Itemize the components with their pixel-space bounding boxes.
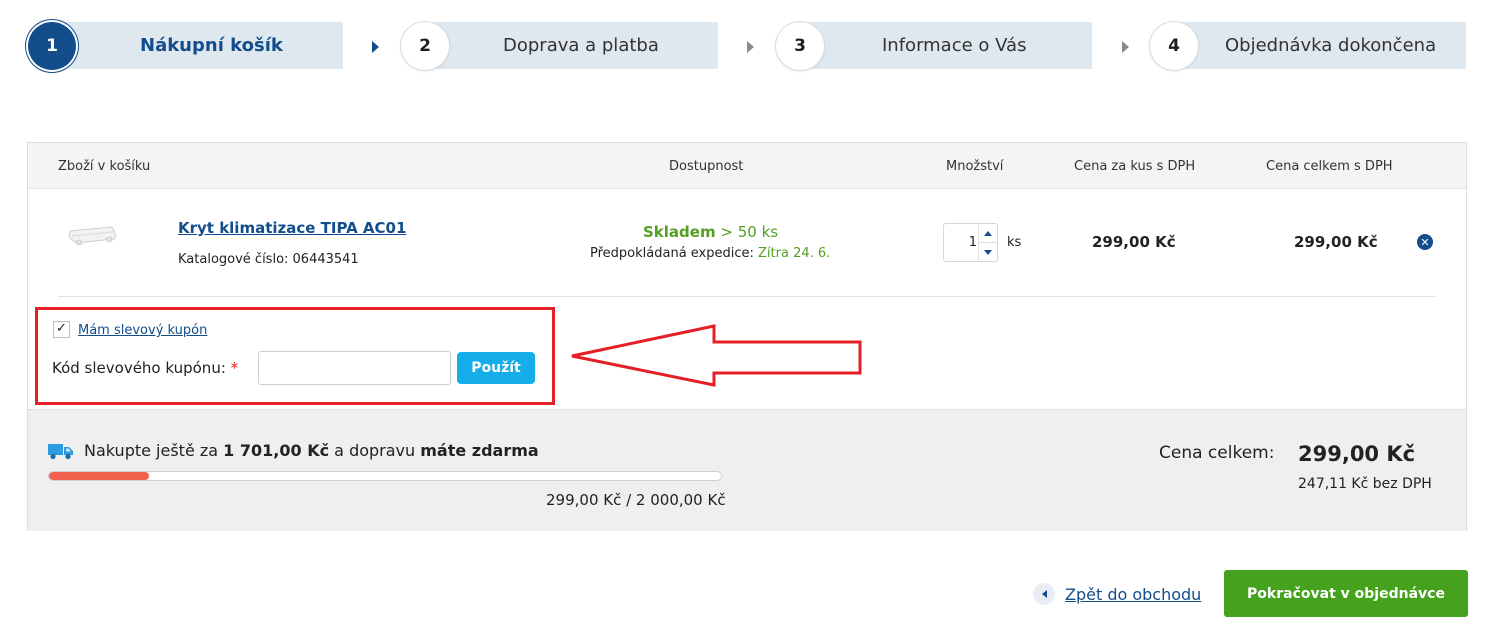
coupon-code-label-text: Kód slevového kupónu: — [52, 359, 226, 377]
header-total-price: Cena celkem s DPH — [1266, 159, 1393, 174]
stock-count: > 50 ks — [720, 223, 779, 241]
coupon-code-label: Kód slevového kupónu: * — [52, 359, 238, 377]
free-shipping-progress-bar — [48, 471, 722, 481]
total-label: Cena celkem: — [1159, 443, 1275, 463]
product-thumbnail[interactable] — [66, 223, 120, 247]
coupon-toggle-link[interactable]: Mám slevový kupón — [78, 323, 207, 338]
header-unit-price: Cena za kus s DPH — [1074, 159, 1196, 174]
header-item: Zboží v košíku — [58, 159, 151, 174]
shipping-prefix: Nakupte ještě za — [84, 441, 219, 460]
total-price: 299,00 Kč — [1294, 233, 1378, 251]
stock-status-label: Skladem — [643, 223, 716, 241]
remove-item-button[interactable]: ✕ — [1417, 234, 1433, 250]
coupon-checkbox[interactable]: ✓ — [53, 321, 70, 338]
cart-summary: Nakupte ještě za 1 701,00 Kč a dopravu m… — [28, 409, 1466, 531]
quantity-buttons — [978, 224, 997, 261]
quantity-decrease-button[interactable] — [979, 243, 997, 261]
quantity-input[interactable]: 1 — [944, 224, 977, 261]
chevron-right-icon — [1122, 41, 1129, 53]
expedition-info: Předpokládaná expedice: Zítra 24. 6. — [590, 246, 830, 261]
step-1-label[interactable]: Nákupní košík — [140, 22, 283, 69]
back-to-shop-label[interactable]: Zpět do obchodu — [1065, 585, 1201, 604]
free-shipping-message: Nakupte ještě za 1 701,00 Kč a dopravu m… — [84, 441, 539, 460]
stock-status: Skladem > 50 ks — [643, 223, 778, 241]
progress-amount-text: 299,00 Kč / 2 000,00 Kč — [546, 491, 726, 509]
total-value: 299,00 Kč — [1298, 442, 1416, 466]
step-4-number: 4 — [1150, 22, 1198, 70]
row-divider — [58, 296, 1436, 297]
product-name-link[interactable]: Kryt klimatizace TIPA AC01 — [178, 219, 406, 237]
header-quantity: Množství — [946, 159, 1004, 174]
header-availability: Dostupnost — [669, 159, 744, 174]
caret-down-icon — [984, 249, 992, 255]
chevron-right-icon — [372, 41, 379, 53]
shipping-middle: a dopravu — [334, 441, 416, 460]
step-3-label[interactable]: Informace o Vás — [882, 22, 1026, 69]
back-to-shop-link[interactable]: Zpět do obchodu — [1033, 582, 1201, 606]
catalog-number: Katalogové číslo: 06443541 — [178, 252, 359, 267]
required-mark: * — [230, 359, 239, 377]
expedition-date: Zítra 24. 6. — [758, 246, 831, 261]
step-2-number: 2 — [401, 22, 449, 70]
chevron-right-icon — [747, 41, 754, 53]
unit-price: 299,00 Kč — [1092, 233, 1176, 251]
continue-order-button[interactable]: Pokračovat v objednávce — [1224, 570, 1468, 617]
coupon-code-input[interactable] — [258, 351, 451, 385]
step-2-label[interactable]: Doprava a platba — [503, 22, 659, 69]
back-arrow-icon — [1033, 583, 1055, 605]
cart-table-header: Zboží v košíku Dostupnost Množství Cena … — [28, 143, 1466, 189]
truck-icon — [48, 444, 73, 460]
quantity-stepper[interactable]: 1 — [943, 223, 998, 262]
annotation-arrow-icon — [571, 324, 862, 387]
step-1-number: 1 — [28, 22, 76, 70]
shipping-free-text: máte zdarma — [420, 441, 539, 460]
expedition-label: Předpokládaná expedice: — [590, 246, 754, 261]
quantity-increase-button[interactable] — [979, 224, 997, 243]
shipping-remaining-amount: 1 701,00 Kč — [223, 441, 330, 460]
step-4-label: Objednávka dokončena — [1225, 35, 1437, 56]
caret-up-icon — [984, 230, 992, 236]
close-icon: ✕ — [1420, 235, 1430, 249]
checkmark-icon: ✓ — [56, 321, 67, 336]
total-net-value: 247,11 Kč bez DPH — [1298, 476, 1432, 492]
step-3-number: 3 — [776, 22, 824, 70]
progress-fill — [49, 472, 150, 480]
apply-coupon-button[interactable]: Použít — [457, 352, 535, 384]
quantity-unit: ks — [1007, 235, 1022, 250]
